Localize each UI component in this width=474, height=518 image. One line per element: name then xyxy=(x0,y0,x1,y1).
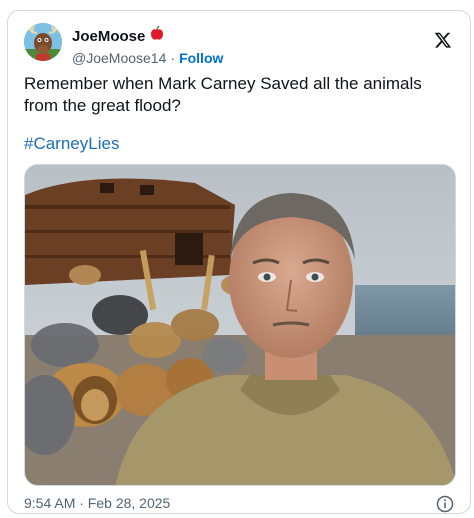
hashtag-link[interactable]: #CarneyLies xyxy=(24,133,119,155)
timestamp[interactable]: 9:54 AM · Feb 28, 2025 xyxy=(24,495,170,511)
tweet-header: JoeMoose @JoeMoose14 · Follow xyxy=(22,21,456,69)
moose-avatar-icon[interactable] xyxy=(24,23,62,61)
info-icon[interactable] xyxy=(436,495,454,513)
tweet-card[interactable]: JoeMoose @JoeMoose14 · Follow Remember w… xyxy=(7,10,471,514)
apple-icon xyxy=(150,25,164,46)
author-names: JoeMoose @JoeMoose14 · Follow xyxy=(72,25,223,67)
follow-button[interactable]: Follow xyxy=(179,50,223,66)
tweet-text: Remember when Mark Carney Saved all the … xyxy=(24,74,422,115)
tweet-media[interactable] xyxy=(24,164,456,486)
tweet-footer: 9:54 AM · Feb 28, 2025 xyxy=(24,495,456,513)
author-handle[interactable]: @JoeMoose14 xyxy=(72,50,166,66)
separator-dot: · xyxy=(170,50,176,66)
display-name[interactable]: JoeMoose xyxy=(72,28,145,45)
photo-icon xyxy=(25,165,455,485)
x-logo-icon[interactable] xyxy=(434,31,452,49)
